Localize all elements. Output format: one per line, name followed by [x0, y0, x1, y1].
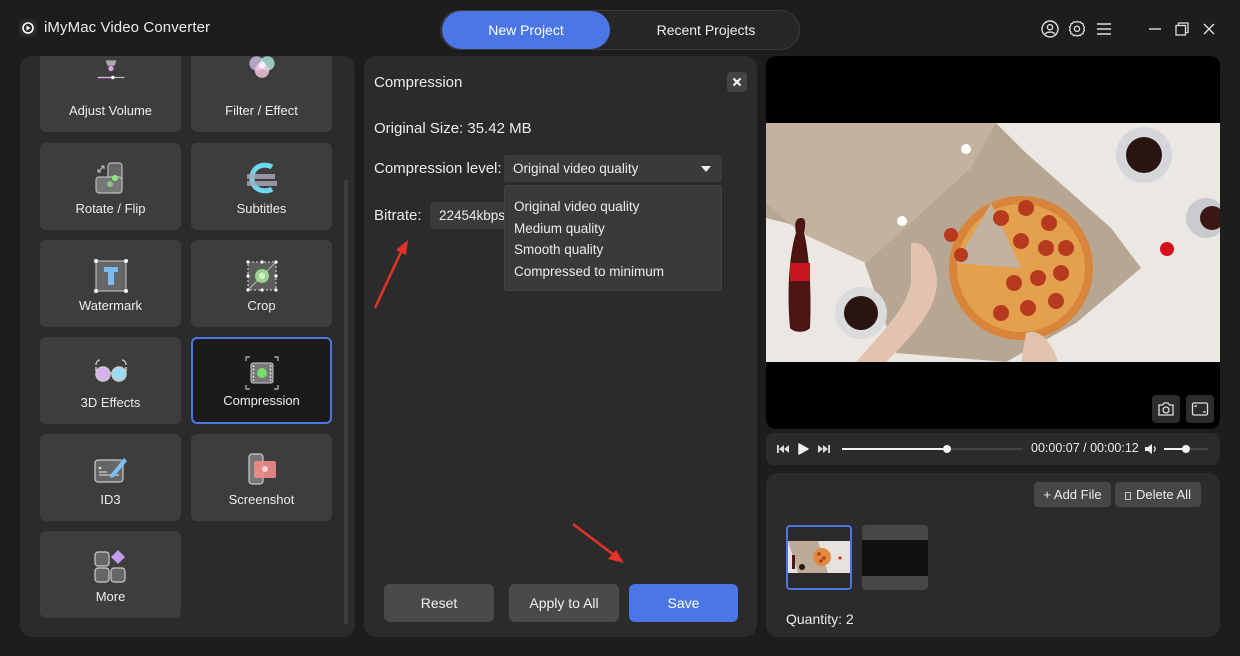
menu-icon[interactable] [1093, 18, 1115, 40]
tool-label: Subtitles [236, 201, 287, 216]
tool-label: 3D Effects [80, 395, 141, 410]
project-tabs: New Project Recent Projects [440, 10, 800, 50]
seek-progress [842, 448, 947, 450]
delete-all-label: Delete All [1136, 487, 1191, 502]
tool-id3[interactable]: ID3 [40, 434, 181, 521]
restore-icon[interactable] [1171, 18, 1193, 40]
apply-to-all-button[interactable]: Apply to All [509, 584, 619, 622]
tool-adjust-volume[interactable]: Adjust Volume [40, 56, 181, 132]
file-quantity: Quantity: 2 [786, 611, 854, 627]
tool-rotate-flip[interactable]: Rotate / Flip [40, 143, 181, 230]
volume-slider[interactable] [1164, 445, 1208, 453]
volume-icon[interactable] [1144, 442, 1158, 456]
filter-icon [248, 56, 275, 78]
tool-label: Watermark [78, 298, 143, 313]
selected-level: Original video quality [513, 161, 639, 176]
tools-panel: Adjust Volume Filter / Effect Rotate / F… [20, 56, 355, 637]
watermark-icon [93, 259, 128, 293]
tool-label: Rotate / Flip [75, 201, 146, 216]
bitrate-label: Bitrate: [374, 207, 422, 224]
rotate-icon [94, 162, 123, 194]
tool-subtitles[interactable]: Subtitles [191, 143, 332, 230]
tool-compression[interactable]: Compression [191, 337, 332, 424]
dropdown-option-smooth[interactable]: Smooth quality [505, 239, 721, 261]
thumbnail-image [788, 527, 850, 588]
annotation-arrow-save [572, 523, 624, 563]
tab-new-project[interactable]: New Project [442, 11, 610, 49]
tool-more[interactable]: More [40, 531, 181, 618]
tools-scrollbar[interactable] [344, 180, 348, 624]
trash-icon [1125, 492, 1132, 500]
tool-crop[interactable]: Crop [191, 240, 332, 327]
seek-handle[interactable] [942, 445, 951, 453]
tool-label: Adjust Volume [68, 103, 153, 118]
close-icon[interactable] [1198, 18, 1220, 40]
file-thumbnail-2[interactable] [862, 525, 928, 590]
seek-bar[interactable] [842, 445, 1023, 453]
video-thumbnail-image [766, 123, 1220, 362]
window-controls [1034, 18, 1220, 40]
close-panel-button[interactable] [727, 72, 747, 92]
save-button[interactable]: Save [629, 584, 738, 622]
video-frame [766, 123, 1220, 362]
tool-filter-effect[interactable]: Filter / Effect [191, 56, 332, 132]
play-icon[interactable] [796, 442, 810, 456]
settings-icon[interactable] [1066, 18, 1088, 40]
video-preview[interactable] [766, 56, 1220, 429]
volume-handle[interactable] [1182, 445, 1190, 453]
id3-tag-icon [93, 458, 127, 483]
fullscreen-button[interactable] [1186, 395, 1214, 423]
tool-watermark[interactable]: Watermark [40, 240, 181, 327]
dropdown-option-original[interactable]: Original video quality [505, 196, 721, 218]
title-bar: iMyMac Video Converter New Project Recen… [0, 0, 1240, 56]
snapshot-button[interactable] [1152, 395, 1180, 423]
tool-3d-effects[interactable]: 3D Effects [40, 337, 181, 424]
subtitles-icon [246, 162, 277, 194]
time-display: 00:00:07 / 00:00:12 [1031, 441, 1139, 455]
dropdown-option-minimum[interactable]: Compressed to minimum [505, 261, 721, 283]
thumbnail-image [862, 540, 928, 576]
skip-forward-icon[interactable] [817, 442, 831, 456]
app-logo-icon [19, 19, 37, 37]
crop-icon [245, 260, 278, 292]
add-file-button[interactable]: + Add File [1034, 482, 1111, 507]
original-size-text: Original Size: 35.42 MB [374, 120, 532, 137]
tab-recent-projects[interactable]: Recent Projects [613, 11, 799, 49]
tool-label: More [95, 589, 126, 604]
compression-level-dropdown: Original video quality Medium quality Sm… [504, 185, 722, 291]
screenshot-icon [247, 453, 276, 485]
skip-back-icon[interactable] [776, 442, 790, 456]
tool-screenshot[interactable]: Screenshot [191, 434, 332, 521]
tool-label: Crop [247, 298, 276, 313]
chevron-down-icon [701, 166, 711, 172]
tool-label: Screenshot [228, 492, 295, 507]
compression-level-select[interactable]: Original video quality [504, 155, 722, 182]
more-apps-icon [93, 550, 126, 583]
file-list-panel: + Add File Delete All Quantity: 2 [766, 473, 1220, 637]
tool-label: ID3 [100, 492, 121, 507]
player-controls: 00:00:07 / 00:00:12 [766, 433, 1220, 465]
close-icon [732, 77, 742, 87]
compression-level-label: Compression level: [374, 160, 502, 177]
volume-adjust-icon [97, 60, 124, 80]
file-thumbnail-1[interactable] [786, 525, 852, 590]
delete-all-button[interactable]: Delete All [1115, 482, 1201, 507]
dropdown-option-medium[interactable]: Medium quality [505, 218, 721, 240]
reset-button[interactable]: Reset [384, 584, 494, 622]
panel-title: Compression [374, 74, 463, 91]
3d-glasses-icon [94, 359, 127, 382]
bitrate-input[interactable]: 22454kbps [430, 202, 510, 229]
fullscreen-icon [1191, 402, 1209, 416]
compression-icon [244, 356, 279, 390]
minimize-icon[interactable] [1144, 18, 1166, 40]
app-title: iMyMac Video Converter [44, 19, 211, 36]
tool-label: Compression [223, 393, 300, 408]
compression-panel: Compression Original Size: 35.42 MB Comp… [364, 56, 757, 637]
annotation-arrow-bitrate [373, 240, 408, 309]
tool-label: Filter / Effect [225, 103, 298, 118]
camera-icon [1158, 402, 1174, 416]
account-icon[interactable] [1039, 18, 1061, 40]
